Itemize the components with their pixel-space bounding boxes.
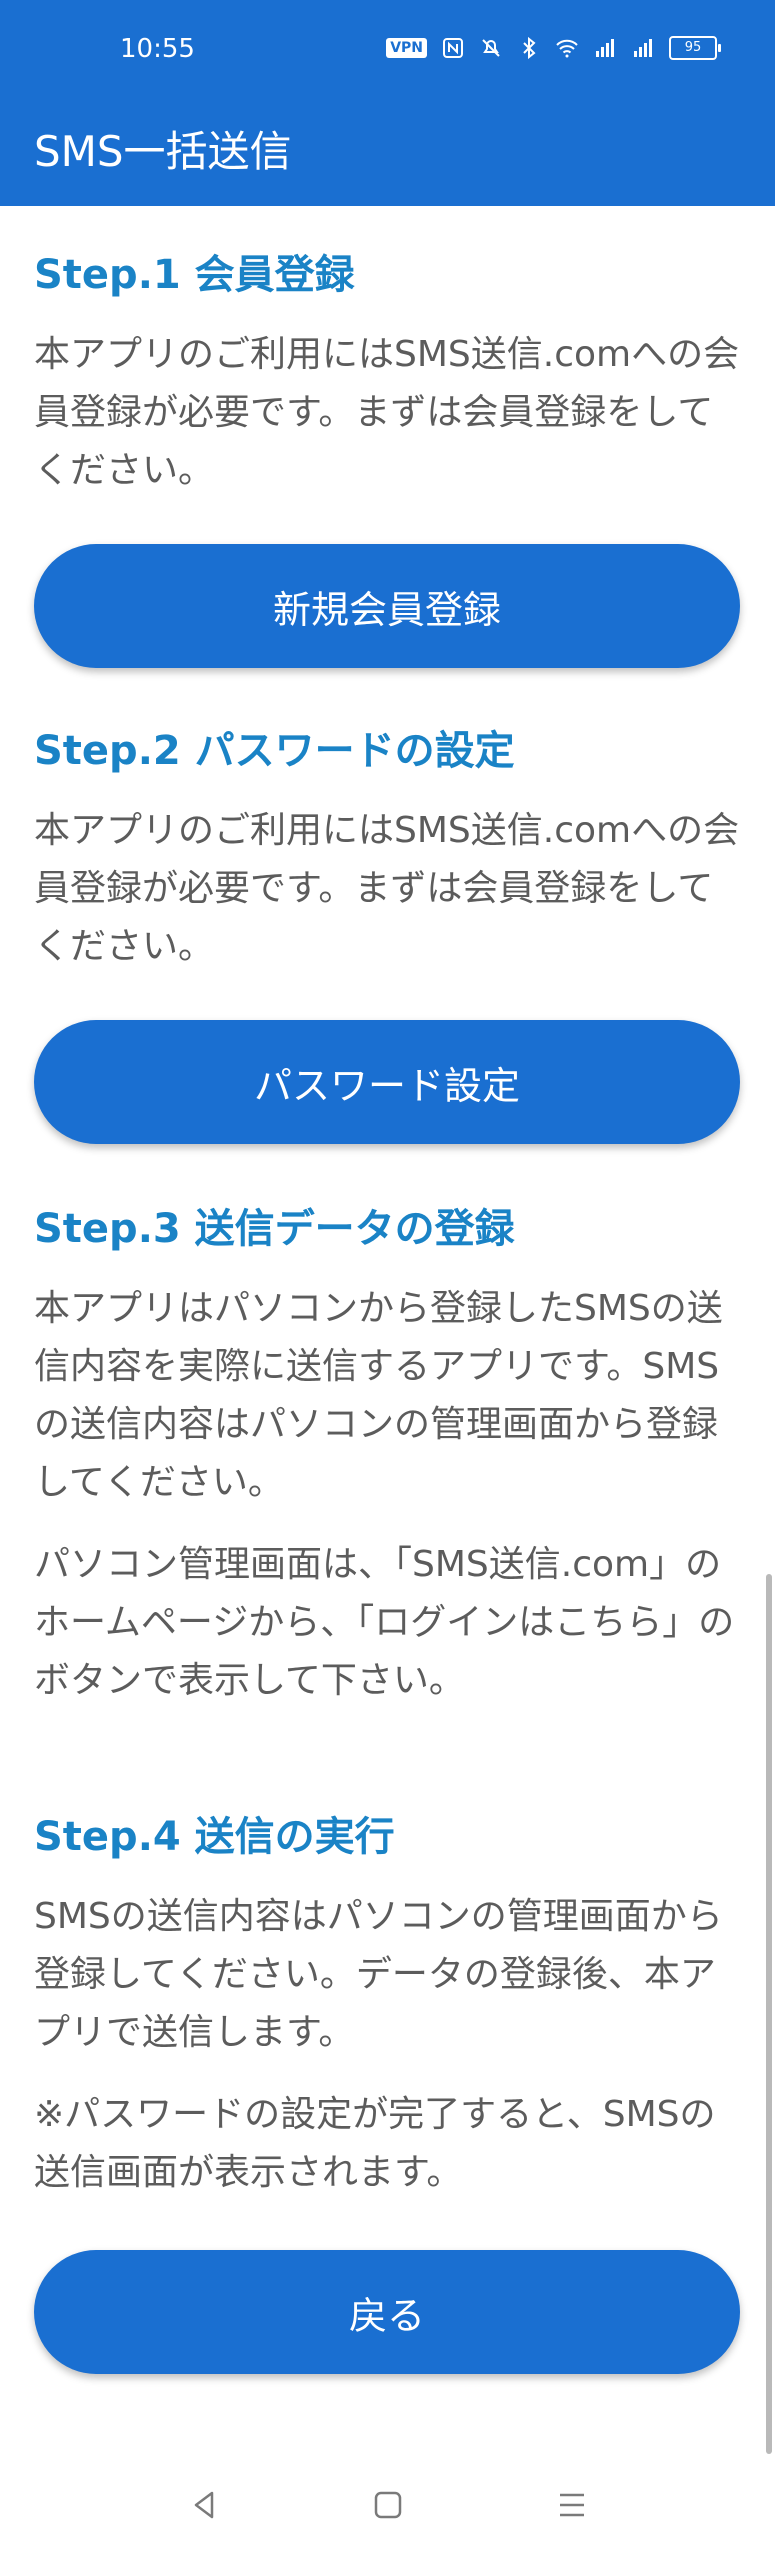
register-button[interactable]: 新規会員登録: [34, 544, 740, 668]
scrollbar[interactable]: [766, 1574, 772, 2454]
app-header: 10:55 VPN 95 SMS一括送信: [0, 0, 775, 206]
back-nav-icon[interactable]: [184, 2485, 224, 2525]
bluetooth-icon: [523, 36, 536, 60]
mute-icon: [482, 39, 500, 57]
step2-text: 本アプリのご利用にはSMS送信.comへの会員登録が必要です。まずは会員登録をし…: [34, 810, 740, 967]
signal-icon-2: [634, 39, 652, 57]
battery-icon: 95: [669, 36, 721, 60]
step3-title: Step.3 送信データの登録: [34, 1206, 515, 1252]
status-icons: VPN 95: [386, 36, 721, 60]
vpn-icon: VPN: [386, 38, 427, 58]
home-nav-icon[interactable]: [368, 2485, 408, 2525]
step1-title: Step.1 会員登録: [34, 252, 355, 298]
password-button[interactable]: パスワード設定: [34, 1020, 740, 1144]
wifi-icon: [556, 39, 578, 58]
status-bar: 10:55 VPN 95: [0, 0, 775, 100]
step4-text-2: ※パスワードの設定が完了すると、SMSの送信画面が表示されます。: [34, 2094, 716, 2193]
signal-icon: [596, 39, 614, 57]
step1-text: 本アプリのご利用にはSMS送信.comへの会員登録が必要です。まずは会員登録をし…: [34, 334, 740, 491]
step3-text-1: 本アプリはパソコンから登録したSMSの送信内容を実際に送信するアプリです。SMS…: [34, 1288, 723, 1503]
step3-text-2: パソコン管理画面は、「SMS送信.com」のホームページから、「ログインはこちら…: [34, 1544, 735, 1701]
system-nav-bar: [0, 2465, 775, 2560]
step2-title: Step.2 パスワードの設定: [34, 728, 515, 774]
status-time: 10:55: [120, 34, 195, 64]
page-title: SMS一括送信: [34, 127, 292, 176]
back-button[interactable]: 戻る: [34, 2250, 740, 2374]
nfc-icon: [443, 38, 463, 58]
step4-title: Step.4 送信の実行: [34, 1814, 395, 1860]
menu-nav-icon[interactable]: [552, 2485, 592, 2525]
step4-text-1: SMSの送信内容はパソコンの管理画面から登録してください。データの登録後、本アプ…: [34, 1896, 723, 2053]
